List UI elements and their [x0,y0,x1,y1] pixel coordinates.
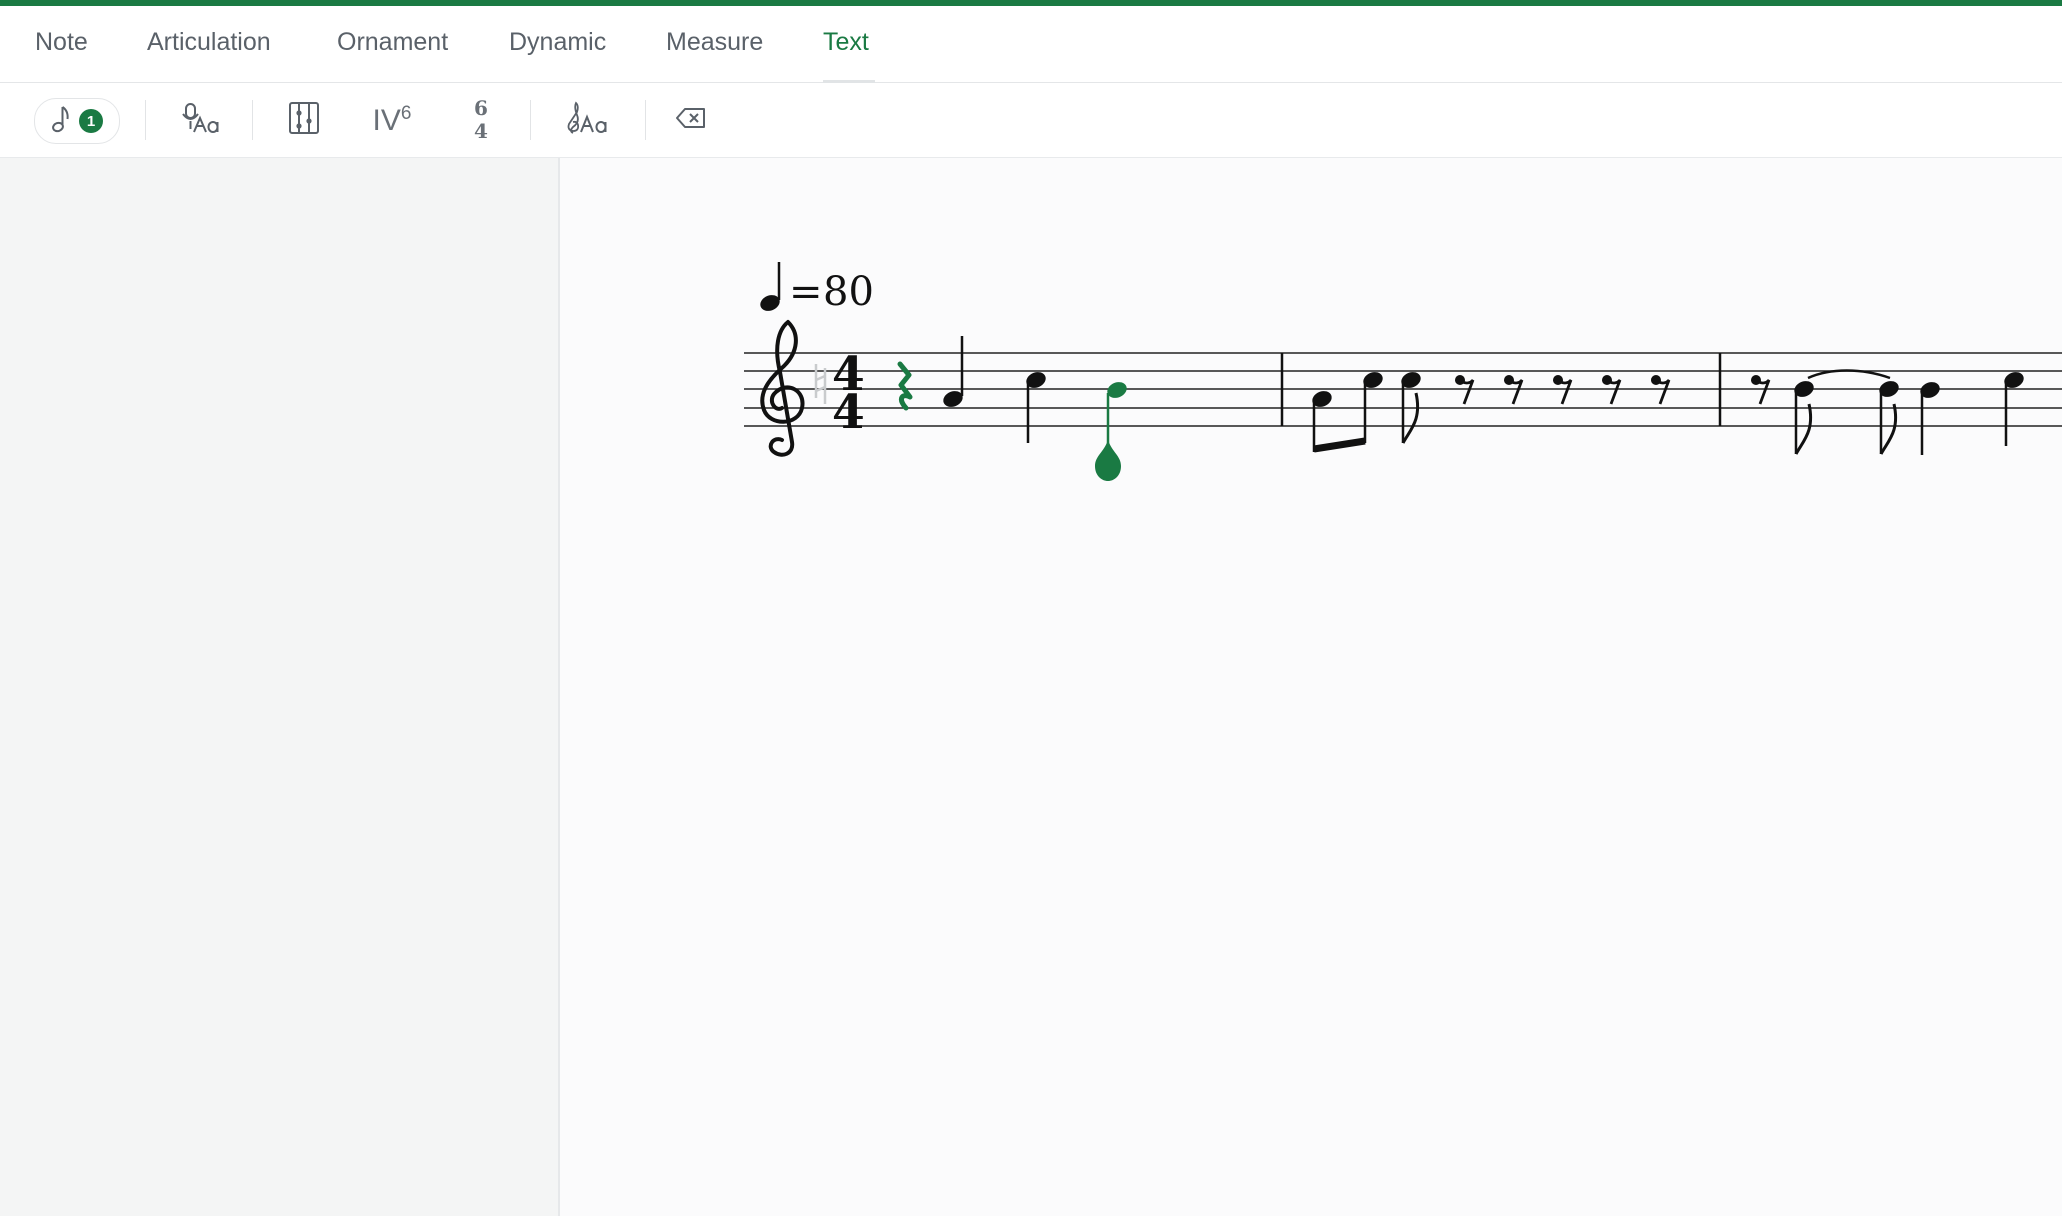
voice-selector-button[interactable]: 1 [34,98,120,144]
eighth-rests[interactable] [1455,374,1671,405]
svg-text:4: 4 [832,385,865,440]
lyrics-button[interactable] [175,95,225,145]
time-signature: 4 4 [832,347,865,440]
tab-dynamic[interactable]: Dynamic [509,28,606,57]
chord-diagram-icon [288,101,320,140]
tab-text[interactable]: Text [823,28,869,57]
chord-diagram-button[interactable] [282,95,326,145]
note-head[interactable] [1024,369,1048,443]
tab-bar: Note Articulation Ornament Dynamic Measu… [0,6,2062,83]
delete-button[interactable] [670,95,712,145]
note-voice-icon [51,104,71,139]
note-head[interactable] [941,336,965,410]
tab-note[interactable]: Note [35,28,88,57]
pitch-drag-handle[interactable] [1095,440,1121,481]
eighth-rest[interactable] [1751,374,1771,405]
lyrics-microphone-text-icon [180,101,220,140]
toolbar-divider [252,100,253,140]
toolbar-divider [530,100,531,140]
courtesy-natural-sign [814,364,827,404]
text-toolbar: 1 IV6 6 4 [0,83,2062,158]
roman-numeral-button[interactable]: IV6 [362,95,422,145]
tempo-equals: = [789,269,823,315]
tab-ornament[interactable]: Ornament [337,28,448,57]
left-side-panel [0,158,560,1216]
figured-bass-label: 6 4 [474,96,488,143]
figured-bass-button[interactable]: 6 4 [460,95,502,145]
tab-articulation[interactable]: Articulation [147,28,271,57]
text-expression-button[interactable] [560,95,614,145]
tab-measure[interactable]: Measure [666,28,763,57]
tempo-marking[interactable]: = 80 [758,262,874,315]
tied-eighth-notes[interactable] [1792,369,1901,455]
note-selected-green[interactable] [1105,379,1129,450]
voice-number-badge: 1 [79,109,103,133]
treble-clef-text-icon [564,100,610,140]
backspace-icon [675,106,707,135]
note-head[interactable] [1918,379,1942,455]
roman-numeral-label: IV6 [372,102,412,137]
eighth-note-beamed-pair[interactable] [1310,369,1385,453]
eighth-note[interactable] [1399,369,1423,444]
score-canvas[interactable]: = 80 4 4 [560,158,2062,1216]
tempo-value: 80 [823,269,874,315]
toolbar-divider [645,100,646,140]
score-staff-svg: = 80 4 4 [744,262,2062,481]
toolbar-divider [145,100,146,140]
